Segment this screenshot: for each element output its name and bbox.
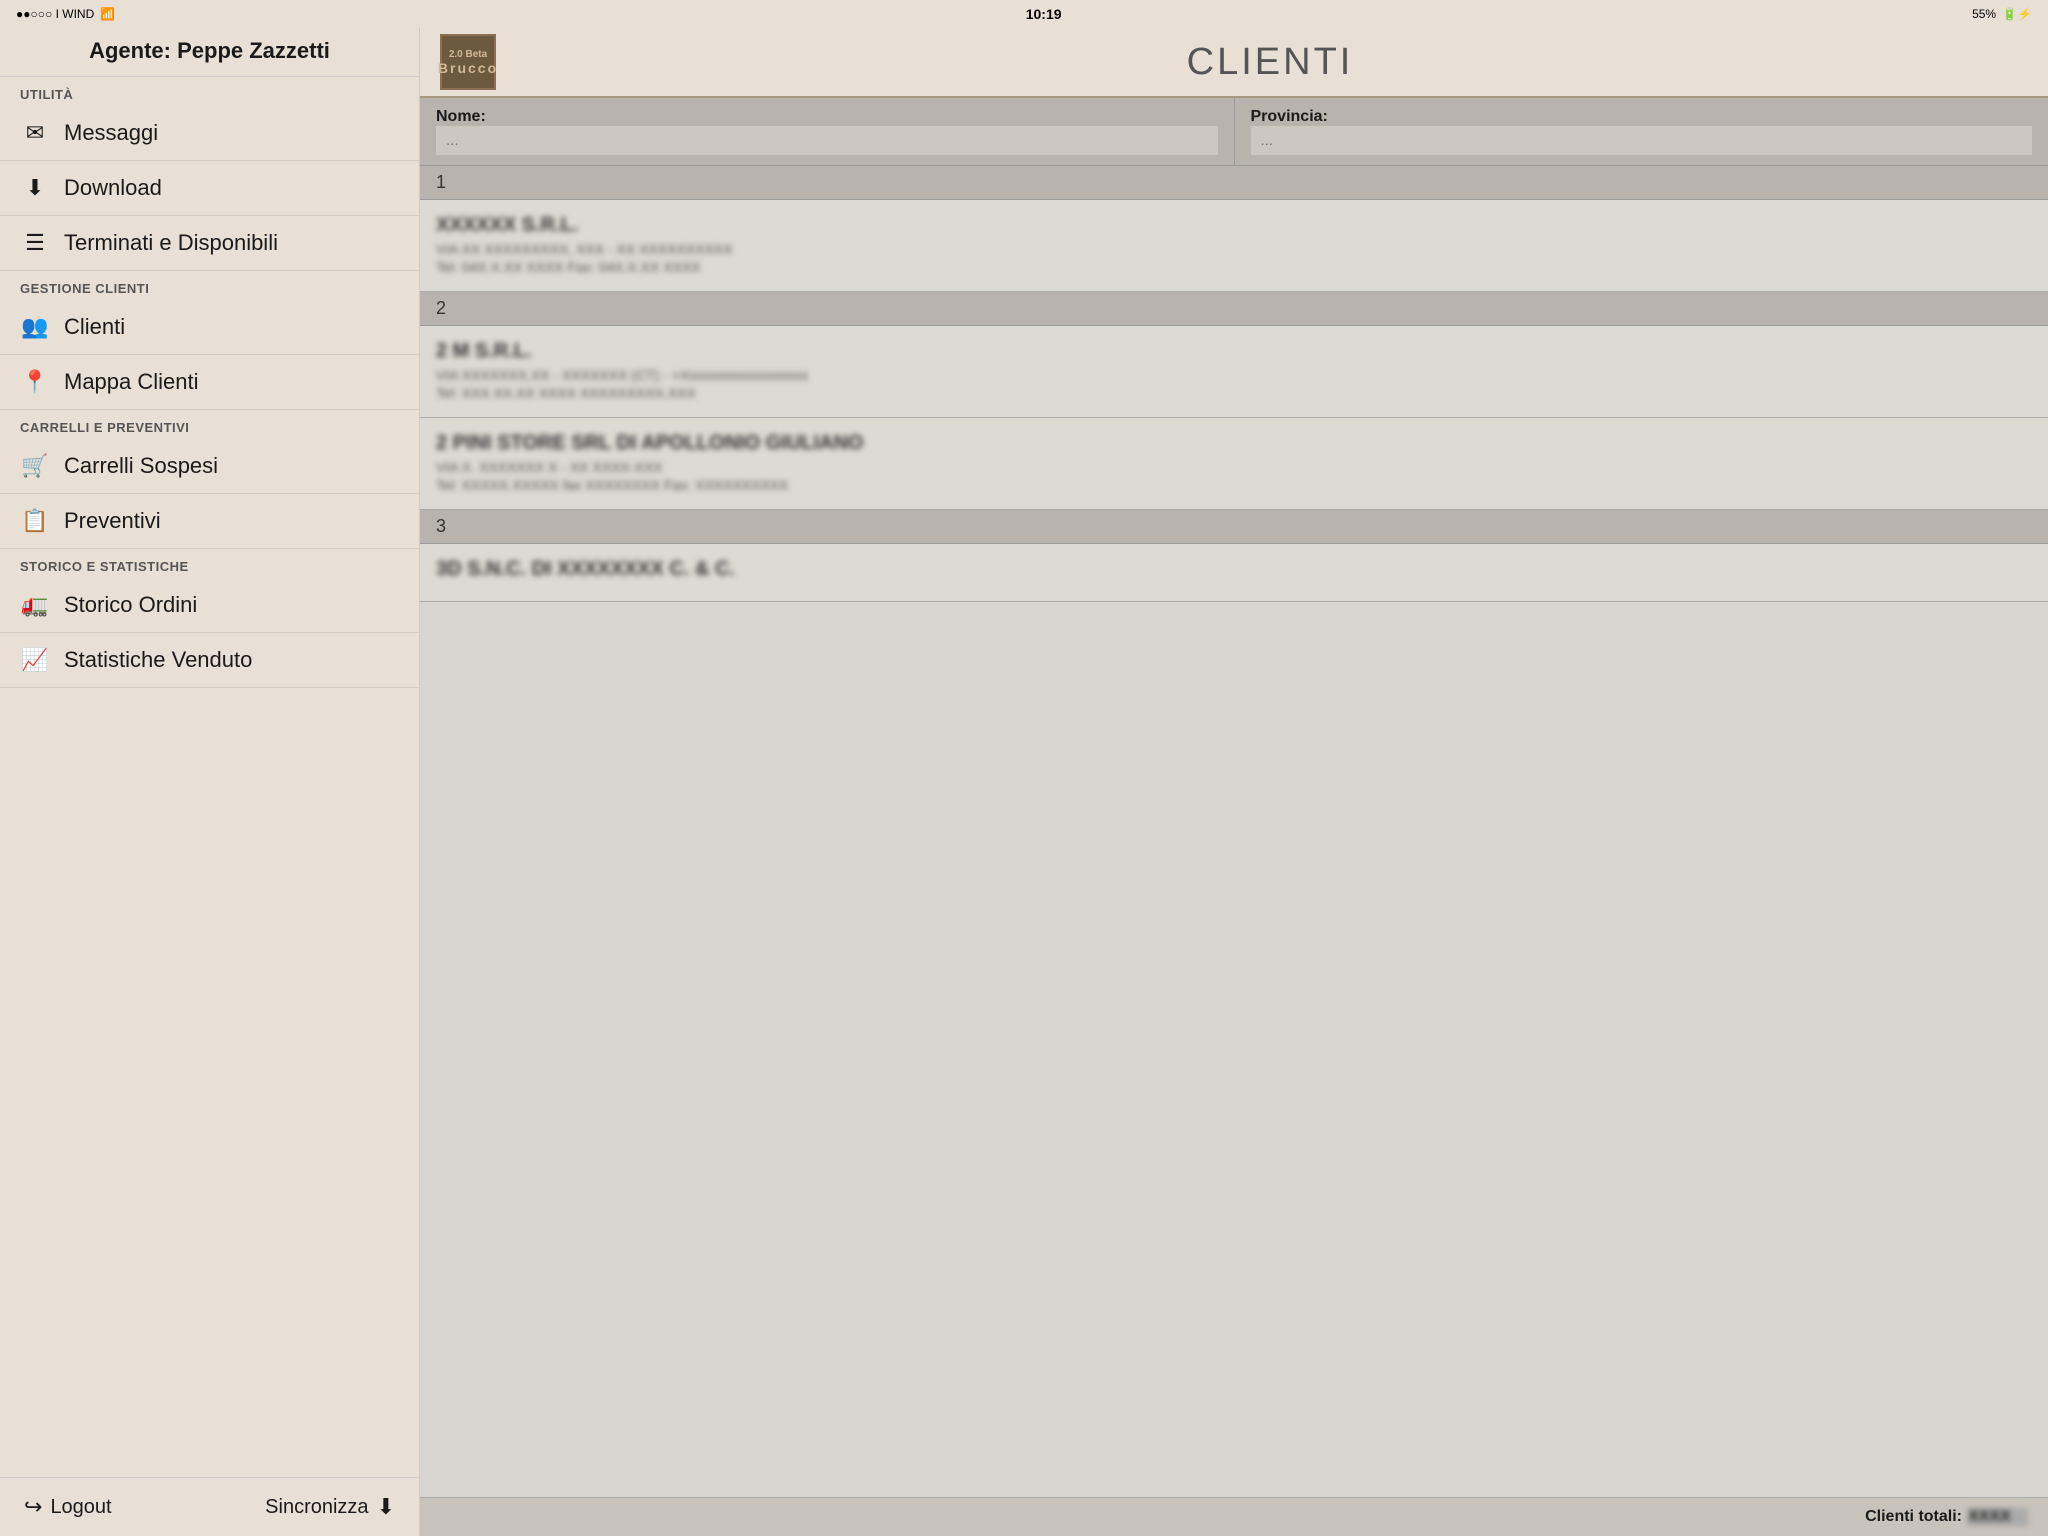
section-number-3: 3 <box>420 510 2048 544</box>
sync-button[interactable]: Sincronizza ⬇ <box>265 1494 395 1520</box>
sidebar-item-messaggi[interactable]: ✉ Messaggi <box>0 106 419 161</box>
mappa-icon: 📍 <box>20 369 50 395</box>
sidebar-item-clienti-label: Clienti <box>64 314 125 340</box>
filter-row: Nome: Provincia: <box>420 98 2048 166</box>
battery-icon: 🔋⚡ <box>2002 7 2032 21</box>
totali-label: Clienti totali: <box>1865 1508 1962 1526</box>
logo-text-top: 2.0 Beta <box>449 49 487 60</box>
sidebar-item-mappa[interactable]: 📍 Mappa Clienti <box>0 355 419 410</box>
storico-icon: 🚛 <box>20 592 50 618</box>
battery-percent: 55% <box>1972 7 1996 21</box>
logo-box: 2.0 Beta Brucco <box>440 34 496 90</box>
wifi-icon: 📶 <box>100 7 115 21</box>
client-phone-2-1: Tel: XXX.XX.XX XXXX XXXXXXXXX.XXX <box>436 385 2032 401</box>
sidebar-item-carrelli-label: Carrelli Sospesi <box>64 453 218 479</box>
sidebar-item-preventivi-label: Preventivi <box>64 508 161 534</box>
app-container: Agente: Peppe Zazzetti UTILITÀ ✉ Messagg… <box>0 28 2048 1536</box>
sidebar-item-terminati-label: Terminati e Disponibili <box>64 230 278 256</box>
client-card-2-2[interactable]: 2 PINI STORE SRL DI APOLLONIO GIULIANO V… <box>420 418 2048 510</box>
filter-provincia-label: Provincia: <box>1251 108 1328 125</box>
client-address-1-1: VIA XX XXXXXXXXX, XXX - XX XXXXXXXXXX <box>436 241 2032 257</box>
logout-label: Logout <box>50 1496 111 1519</box>
main-content: 2.0 Beta Brucco CLIENTI Nome: Provincia:… <box>420 28 2048 1536</box>
status-left: ●●○○○ I WIND 📶 <box>16 7 115 21</box>
sidebar-item-clienti[interactable]: 👥 Clienti <box>0 300 419 355</box>
totali-value: XXXX <box>1968 1508 2028 1526</box>
section-storico-label: STORICO E STATISTICHE <box>0 549 419 578</box>
sidebar-item-messaggi-label: Messaggi <box>64 120 158 146</box>
sidebar: Agente: Peppe Zazzetti UTILITÀ ✉ Messagg… <box>0 28 420 1536</box>
sidebar-item-statistiche[interactable]: 📈 Statistiche Venduto <box>0 633 419 688</box>
statistiche-icon: 📈 <box>20 647 50 673</box>
sync-icon: ⬇ <box>377 1494 395 1520</box>
page-title: CLIENTI <box>512 41 2028 84</box>
logout-icon: ↪ <box>24 1494 42 1520</box>
client-phone-2-2: Tel: XXXXX.XXXXX fax XXXXXXXX Fax: XXXXX… <box>436 477 2032 493</box>
section-number-2: 2 <box>420 292 2048 326</box>
client-name-3-1: 3D S.N.C. DI XXXXXXXX C. & C. <box>436 558 2032 581</box>
section-utilita-label: UTILITÀ <box>0 77 419 106</box>
sidebar-item-storico[interactable]: 🚛 Storico Ordini <box>0 578 419 633</box>
sidebar-item-mappa-label: Mappa Clienti <box>64 369 199 395</box>
carrier-text: ●●○○○ I WIND <box>16 7 94 21</box>
sidebar-item-download[interactable]: ⬇ Download <box>0 161 419 216</box>
client-name-2-2: 2 PINI STORE SRL DI APOLLONIO GIULIANO <box>436 432 2032 455</box>
sidebar-item-storico-label: Storico Ordini <box>64 592 197 618</box>
messaggi-icon: ✉ <box>20 120 50 146</box>
sidebar-item-carrelli[interactable]: 🛒 Carrelli Sospesi <box>0 439 419 494</box>
filter-nome-input[interactable] <box>436 126 1218 155</box>
client-name-1-1: XXXXXX S.R.L. <box>436 214 2032 237</box>
section-carrelli-label: CARRELLI E PREVENTIVI <box>0 410 419 439</box>
client-list: 1 XXXXXX S.R.L. VIA XX XXXXXXXXX, XXX - … <box>420 166 2048 1497</box>
filter-provincia-cell: Provincia: <box>1235 98 2048 165</box>
download-icon: ⬇ <box>20 175 50 201</box>
client-address-2-2: VIA X. XXXXXXX X - XX XXXX-XXX <box>436 459 2032 475</box>
sidebar-footer: ↪ Logout Sincronizza ⬇ <box>0 1477 419 1536</box>
sidebar-header: Agente: Peppe Zazzetti <box>0 28 419 77</box>
client-address-2-1: VIA XXXXXXX.XX - XXXXXXX (CT) - +Xxxxxxx… <box>436 367 2032 383</box>
filter-nome-label: Nome: <box>436 108 486 125</box>
sidebar-item-terminati[interactable]: ☰ Terminati e Disponibili <box>0 216 419 271</box>
logout-button[interactable]: ↪ Logout <box>24 1494 112 1520</box>
sidebar-item-download-label: Download <box>64 175 162 201</box>
agent-title: Agente: Peppe Zazzetti <box>20 38 399 64</box>
status-time: 10:19 <box>1026 6 1062 22</box>
client-name-2-1: 2 M S.R.L. <box>436 340 2032 363</box>
preventivi-icon: 📋 <box>20 508 50 534</box>
sync-label: Sincronizza <box>265 1496 368 1519</box>
client-card-2-1[interactable]: 2 M S.R.L. VIA XXXXXXX.XX - XXXXXXX (CT)… <box>420 326 2048 418</box>
main-header: 2.0 Beta Brucco CLIENTI <box>420 28 2048 98</box>
filter-provincia-input[interactable] <box>1251 126 2033 155</box>
client-phone-1-1: Tel: 04X.X.XX XXXX Fax: 04X.X.XX XXXX <box>436 259 2032 275</box>
client-card-3-1[interactable]: 3D S.N.C. DI XXXXXXXX C. & C. <box>420 544 2048 602</box>
filter-nome-cell: Nome: <box>420 98 1235 165</box>
status-right: 55% 🔋⚡ <box>1972 7 2032 21</box>
section-number-1: 1 <box>420 166 2048 200</box>
clienti-icon: 👥 <box>20 314 50 340</box>
carrelli-icon: 🛒 <box>20 453 50 479</box>
terminati-icon: ☰ <box>20 230 50 256</box>
main-footer: Clienti totali: XXXX <box>420 1497 2048 1536</box>
logo-text-main: Brucco <box>438 60 498 76</box>
sidebar-item-statistiche-label: Statistiche Venduto <box>64 647 252 673</box>
section-gestione-label: GESTIONE CLIENTI <box>0 271 419 300</box>
client-card-1-1[interactable]: XXXXXX S.R.L. VIA XX XXXXXXXXX, XXX - XX… <box>420 200 2048 292</box>
sidebar-item-preventivi[interactable]: 📋 Preventivi <box>0 494 419 549</box>
status-bar: ●●○○○ I WIND 📶 10:19 55% 🔋⚡ <box>0 0 2048 28</box>
